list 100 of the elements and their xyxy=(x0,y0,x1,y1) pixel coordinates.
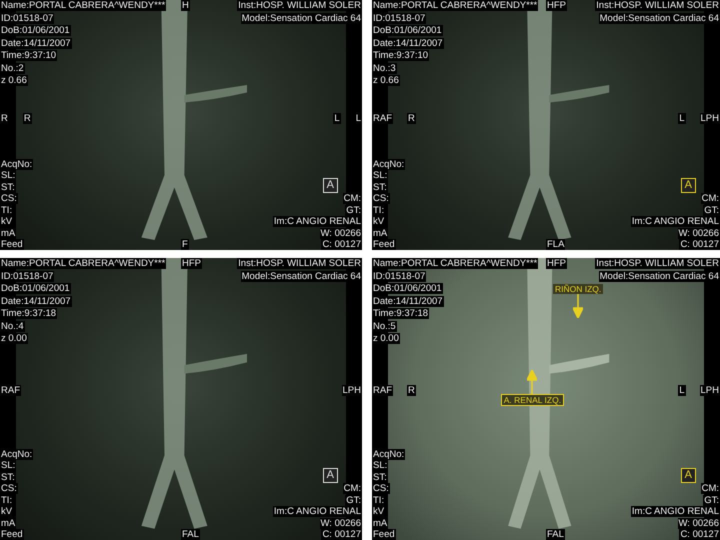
orientation-label: LPH xyxy=(700,112,720,124)
overlay-text: ID:01518-07 xyxy=(372,270,426,282)
overlay-text: Model:Sensation Cardiac 64 xyxy=(598,271,720,282)
orientation-label: RAF xyxy=(372,112,393,124)
overlay-text: z 0.00 xyxy=(0,333,28,344)
orientation-label: RAF xyxy=(0,384,21,396)
overlay-text: Im:C ANGIO RENAL xyxy=(630,216,720,227)
overlay-text: ID:01518-07 xyxy=(0,12,54,24)
orientation-label: R xyxy=(0,112,9,124)
orientation-label: F xyxy=(181,239,189,250)
overlay-text: Inst:HOSP. WILLIAM SOLER xyxy=(595,0,720,11)
overlay-text: CM: xyxy=(700,193,720,204)
overlay-text: AcqNo: xyxy=(0,158,34,170)
overlay-text: Time:9:37:18 xyxy=(0,308,58,319)
overlay-text: Date:14/11/2007 xyxy=(372,296,444,306)
overlay-text: kV xyxy=(372,506,386,517)
overlay-text: Feed xyxy=(0,529,24,540)
overlay-text: SL: xyxy=(372,460,388,471)
overlay-text: DoB:01/06/2001 xyxy=(372,25,443,36)
arrow-icon xyxy=(573,294,584,318)
overlay-text: AcqNo: xyxy=(372,158,406,170)
overlay-text: DoB:01/06/2001 xyxy=(372,283,443,294)
overlay-text: ST: xyxy=(372,182,388,192)
orientation-label: HFP xyxy=(181,258,202,269)
overlay-text: ID:01518-07 xyxy=(372,12,426,24)
overlay-text: Feed xyxy=(0,239,24,250)
overlay-text: DoB:01/06/2001 xyxy=(0,283,71,294)
overlay-text: W: 00266 xyxy=(320,518,362,528)
overlay-text: Name:PORTAL CABRERA^WENDY*** xyxy=(372,0,538,11)
orientation-label: RAF xyxy=(372,384,393,396)
overlay-text: SL: xyxy=(0,460,16,471)
overlay-text: C: 00127 xyxy=(679,529,720,540)
overlay-text: Im:C ANGIO RENAL xyxy=(630,506,720,517)
overlay-text: mA xyxy=(372,228,388,238)
overlay-text: Inst:HOSP. WILLIAM SOLER xyxy=(595,258,720,269)
overlay-text: TI: xyxy=(0,204,14,216)
arrow-icon xyxy=(527,370,538,394)
overlay-text: TI: xyxy=(372,494,386,506)
overlay-text: TI: xyxy=(0,494,14,506)
overlay-text: Feed xyxy=(372,239,396,250)
overlay-text: Date:14/11/2007 xyxy=(372,38,444,48)
overlay-text: Model:Sensation Cardiac 64 xyxy=(240,13,362,24)
overlay-text: CM: xyxy=(342,483,362,494)
overlay-text: AcqNo: xyxy=(0,448,34,460)
overlay-text: z 0.66 xyxy=(372,75,400,86)
overlay-text: GT: xyxy=(345,204,362,216)
overlay-text: ST: xyxy=(0,472,16,482)
overlay-text: CS: xyxy=(372,193,390,204)
overlay-text: GT: xyxy=(345,494,362,506)
overlay-text: C: 00127 xyxy=(321,239,362,250)
overlay-text: CS: xyxy=(0,483,18,494)
overlay-text: Feed xyxy=(372,529,396,540)
overlay-text: W: 00266 xyxy=(678,518,720,528)
overlay-text: Inst:HOSP. WILLIAM SOLER xyxy=(237,258,362,269)
overlay-text: SL: xyxy=(0,170,16,181)
overlay-text: Date:14/11/2007 xyxy=(0,296,72,306)
overlay-text: mA xyxy=(0,228,16,238)
overlay-text: mA xyxy=(0,518,16,528)
overlay-text: GT: xyxy=(703,204,720,216)
overlay-text: kV xyxy=(372,216,386,227)
overlay-text: CS: xyxy=(372,483,390,494)
overlay-text: SL: xyxy=(372,170,388,181)
orientation-label: LPH xyxy=(700,384,720,396)
overlay-text: Name:PORTAL CABRERA^WENDY*** xyxy=(0,258,166,269)
annotation-label: RIÑON IZQ. xyxy=(552,284,604,294)
overlay-text: kV xyxy=(0,506,14,517)
orientation-label: L xyxy=(354,112,362,124)
overlay-text: GT: xyxy=(703,494,720,506)
orientation-label: FLA xyxy=(546,239,566,250)
overlay-text: No.:3 xyxy=(372,62,397,74)
overlay-text: Name:PORTAL CABRERA^WENDY*** xyxy=(0,0,166,11)
orientation-label: R xyxy=(407,384,416,396)
overlay-text: z 0.66 xyxy=(0,75,28,86)
overlay-text: AcqNo: xyxy=(372,448,406,460)
orientation-label: L xyxy=(333,112,341,124)
overlay-text: Time:9:37:10 xyxy=(0,50,58,61)
overlay-text: No.:5 xyxy=(372,320,397,332)
overlay-text: No.:2 xyxy=(0,62,25,74)
overlay-text: No.:4 xyxy=(0,320,25,332)
overlay-text: Name:PORTAL CABRERA^WENDY*** xyxy=(372,258,538,269)
overlay-text: ST: xyxy=(0,182,16,192)
orientation-label: HFP xyxy=(546,258,567,269)
overlay-text: C: 00127 xyxy=(679,239,720,250)
orientation-label: FAL xyxy=(546,529,565,540)
overlay-text: Model:Sensation Cardiac 64 xyxy=(598,13,720,24)
overlay-text: Time:9:37:10 xyxy=(372,50,430,61)
overlay-text: W: 00266 xyxy=(320,228,362,238)
overlay-text: DoB:01/06/2001 xyxy=(0,25,71,36)
overlay-text: ID:01518-07 xyxy=(0,270,54,282)
orientation-label: FAL xyxy=(181,529,200,540)
orientation-label: L xyxy=(678,384,686,396)
annotation-label: A. RENAL IZQ. xyxy=(500,394,564,406)
overlay-text: CM: xyxy=(342,193,362,204)
overlay-text: CM: xyxy=(700,483,720,494)
overlay-text: Inst:HOSP. WILLIAM SOLER xyxy=(237,0,362,11)
orientation-label: H xyxy=(181,0,190,11)
orientation-label: R xyxy=(407,112,416,124)
overlay-text: C: 00127 xyxy=(321,529,362,540)
overlay-text: TI: xyxy=(372,204,386,216)
overlay-text: Im:C ANGIO RENAL xyxy=(272,506,362,517)
